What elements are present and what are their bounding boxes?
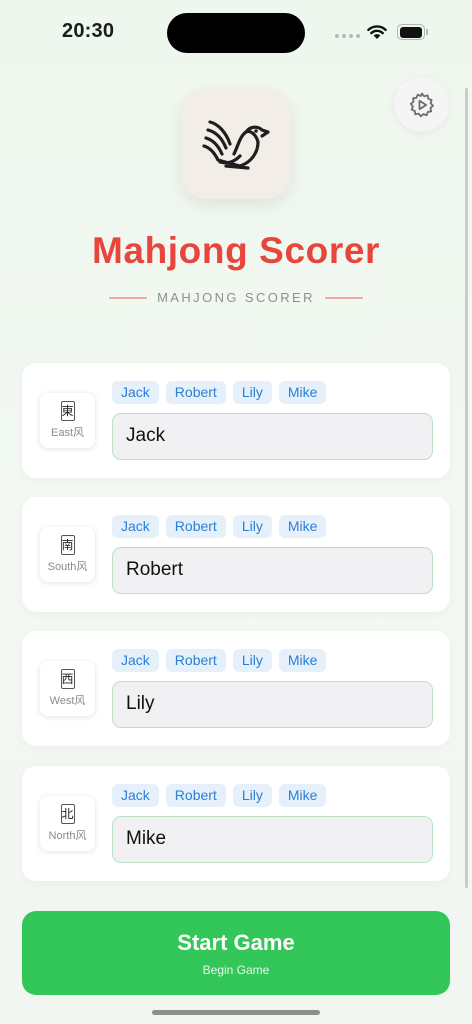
start-game-button[interactable]: Start Game Begin Game: [22, 911, 450, 995]
suggestion-chip-mike[interactable]: Mike: [278, 515, 327, 538]
wind-badge-north: 北 North风: [40, 796, 95, 851]
name-suggestions: Jack Robert Lily Mike: [112, 381, 327, 404]
gear-play-icon: [409, 92, 434, 117]
home-indicator[interactable]: [152, 1010, 320, 1015]
app-title: Mahjong Scorer: [92, 230, 380, 271]
wind-badge-south: 南 South风: [40, 527, 95, 582]
player-name-input-west[interactable]: Lily: [112, 681, 433, 728]
scrollbar[interactable]: [465, 88, 468, 888]
suggestion-chip-robert[interactable]: Robert: [165, 784, 226, 807]
east-tile-icon: 東: [60, 401, 75, 421]
suggestion-chip-mike[interactable]: Mike: [278, 649, 327, 672]
suggestion-chip-lily[interactable]: Lily: [232, 784, 272, 807]
app-logo: [181, 89, 291, 199]
wind-label: East风: [50, 427, 84, 439]
suggestion-chip-robert[interactable]: Robert: [165, 515, 226, 538]
suggestion-chip-robert[interactable]: Robert: [165, 649, 226, 672]
player-card-south: 南 South风 Jack Robert Lily Mike Robert: [22, 497, 450, 612]
player-name-input-east[interactable]: Jack: [112, 413, 433, 460]
bird-icon: [202, 120, 270, 170]
wind-badge-east: 東 East风: [40, 393, 95, 448]
west-tile-icon: 西: [60, 669, 75, 689]
status-bar: 20:30: [0, 0, 472, 62]
wind-label: North风: [48, 830, 87, 842]
wind-badge-west: 西 West风: [40, 661, 95, 716]
status-time: 20:30: [62, 20, 115, 42]
name-suggestions: Jack Robert Lily Mike: [112, 784, 327, 807]
suggestion-chip-robert[interactable]: Robert: [165, 381, 226, 404]
suggestion-chip-jack[interactable]: Jack: [112, 784, 159, 807]
player-name-input-south[interactable]: Robert: [112, 547, 433, 594]
subtitle-row: MAHJONG SCORER: [0, 290, 472, 305]
suggestion-chip-lily[interactable]: Lily: [232, 515, 272, 538]
start-game-sublabel: Begin Game: [202, 963, 270, 977]
north-tile-icon: 北: [60, 804, 75, 824]
settings-button[interactable]: [394, 77, 449, 132]
suggestion-chip-jack[interactable]: Jack: [112, 649, 159, 672]
battery-icon: [397, 24, 429, 40]
suggestion-chip-lily[interactable]: Lily: [232, 649, 272, 672]
divider-left: [109, 296, 148, 299]
app-subtitle: MAHJONG SCORER: [157, 290, 315, 305]
south-tile-icon: 南: [60, 535, 75, 555]
wifi-icon: [367, 25, 387, 39]
suggestion-chip-mike[interactable]: Mike: [278, 381, 327, 404]
player-card-east: 東 East风 Jack Robert Lily Mike Jack: [22, 363, 450, 478]
player-name-input-north[interactable]: Mike: [112, 816, 433, 863]
divider-right: [324, 296, 363, 299]
player-card-west: 西 West风 Jack Robert Lily Mike Lily: [22, 631, 450, 746]
cellular-signal-icon: [335, 34, 360, 38]
start-game-label: Start Game: [177, 930, 295, 955]
wind-label: West风: [49, 695, 86, 707]
name-suggestions: Jack Robert Lily Mike: [112, 515, 327, 538]
suggestion-chip-lily[interactable]: Lily: [232, 381, 272, 404]
suggestion-chip-mike[interactable]: Mike: [278, 784, 327, 807]
suggestion-chip-jack[interactable]: Jack: [112, 515, 159, 538]
suggestion-chip-jack[interactable]: Jack: [112, 381, 159, 404]
dynamic-island: [167, 13, 305, 53]
wind-label: South风: [47, 561, 88, 573]
player-card-north: 北 North风 Jack Robert Lily Mike Mike: [22, 766, 450, 881]
name-suggestions: Jack Robert Lily Mike: [112, 649, 327, 672]
